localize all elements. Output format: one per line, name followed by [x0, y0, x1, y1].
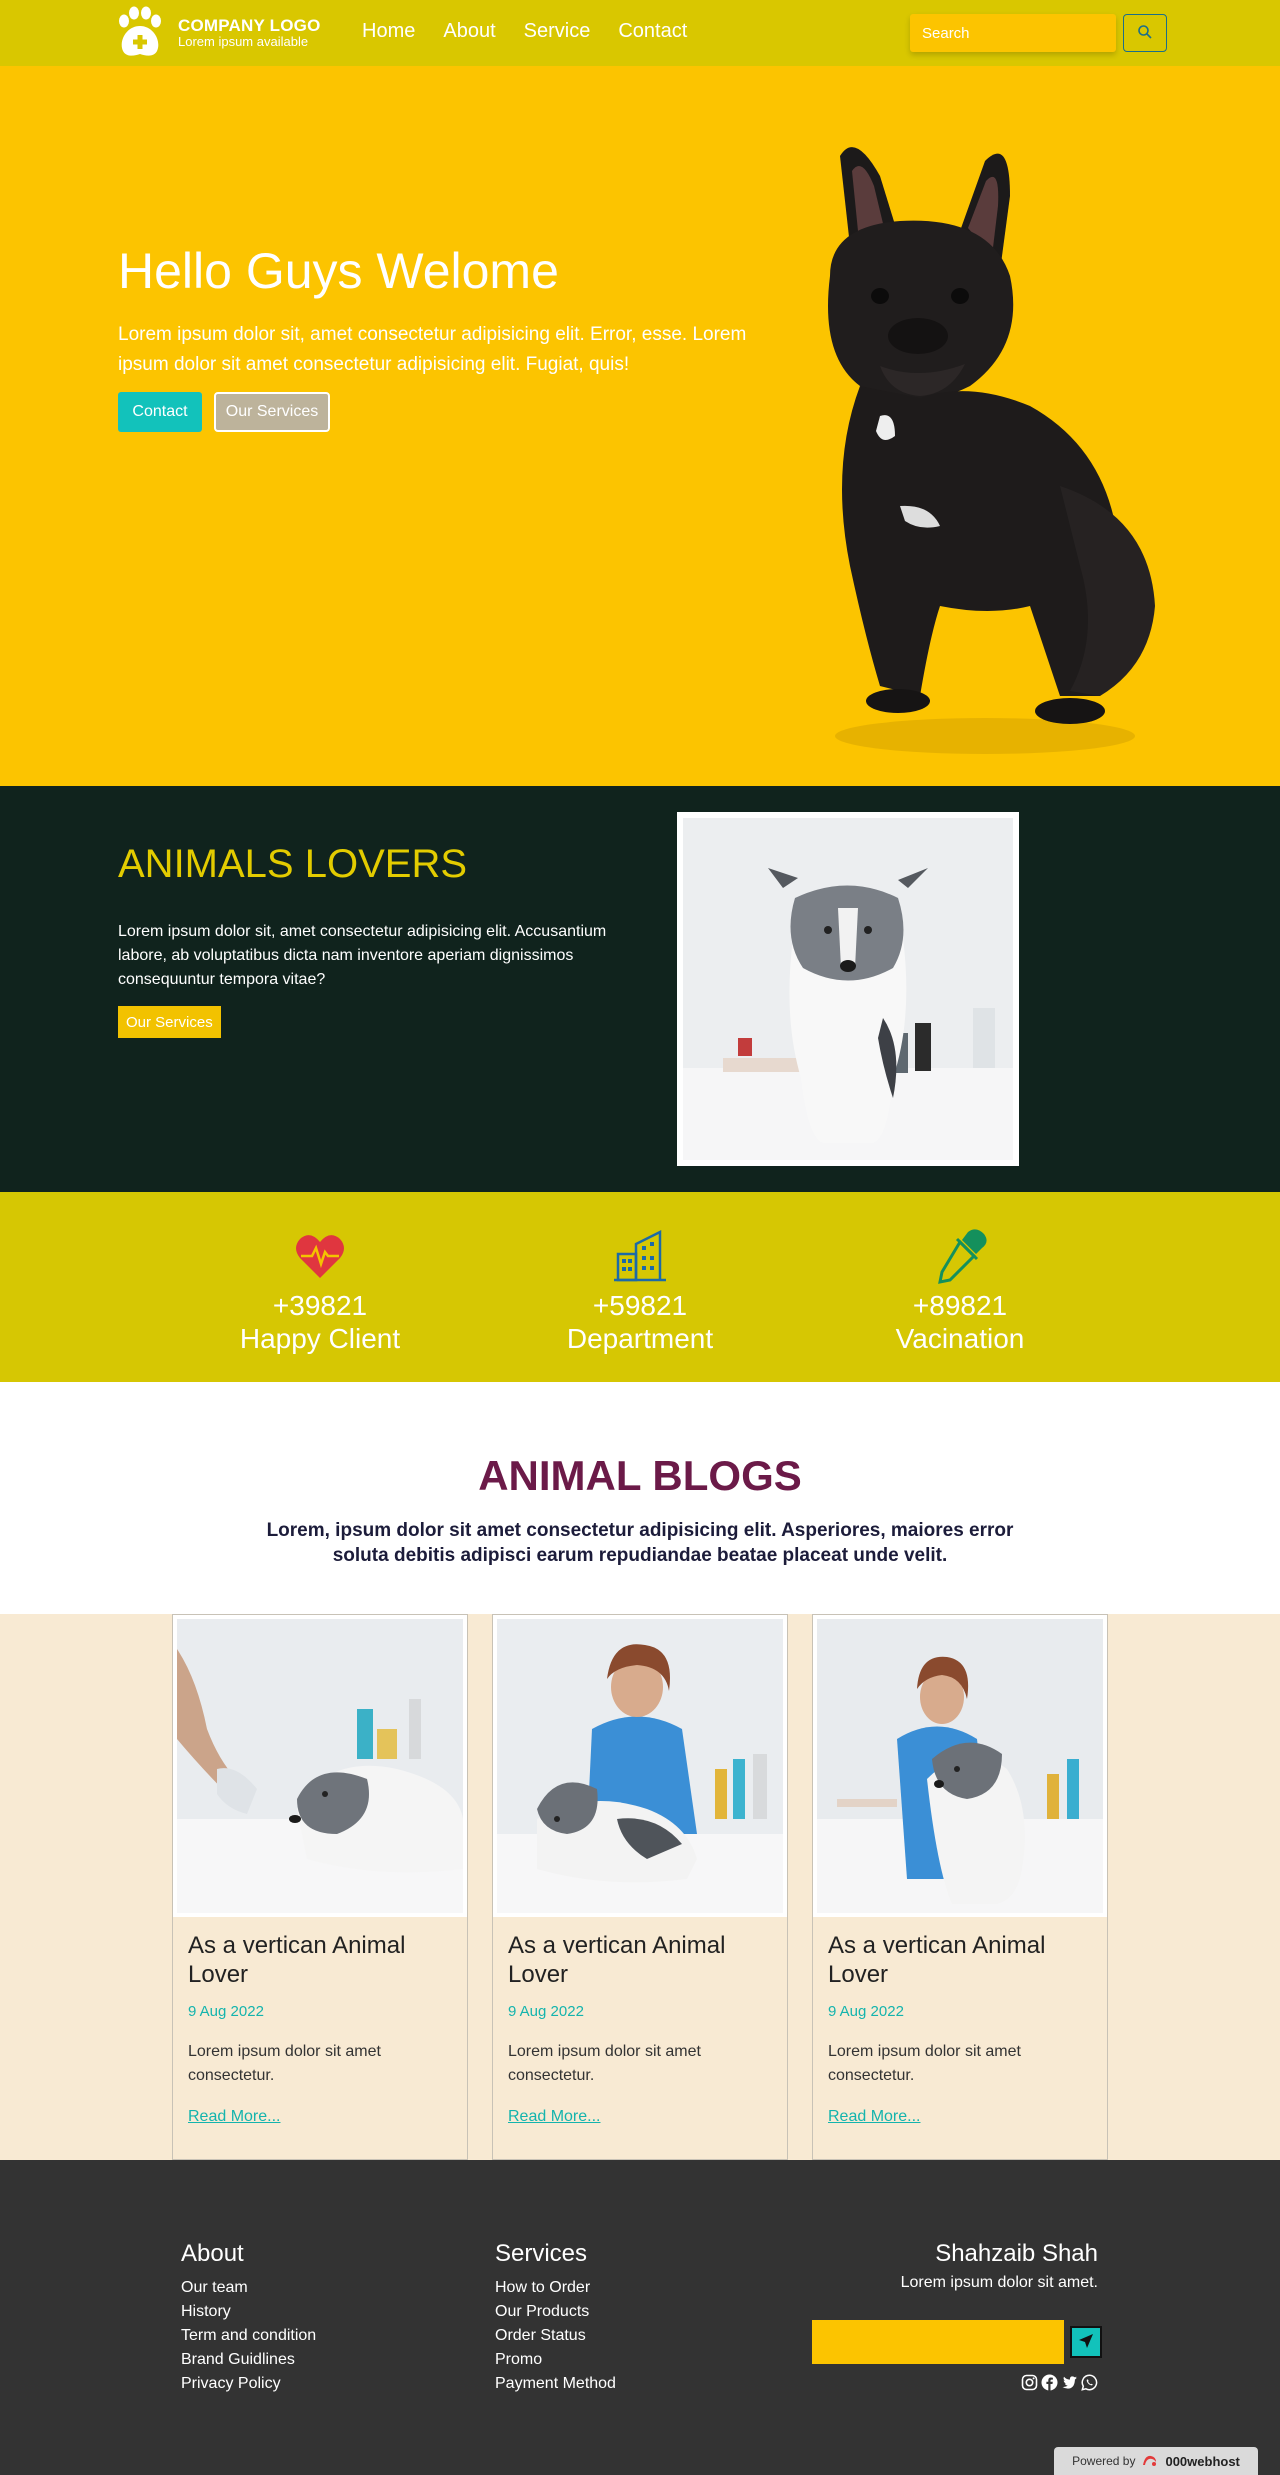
footer-link[interactable]: Term and condition [181, 2324, 316, 2348]
footer-link[interactable]: Privacy Policy [181, 2372, 316, 2396]
logo-text: COMPANY LOGO Lorem ipsum available [178, 16, 321, 50]
lovers-text: Lorem ipsum dolor sit, amet consectetur … [118, 923, 607, 988]
blogs-subtitle: Lorem, ipsum dolor sit amet consectetur … [266, 1520, 1014, 1566]
search-input[interactable] [910, 14, 1116, 52]
stat-label: Department [566, 1323, 714, 1354]
border-collie-photo [677, 812, 1019, 1166]
footer-services-title: Services [495, 2240, 588, 2267]
blog-card-image [493, 1615, 787, 1917]
company-logo[interactable]: COMPANY LOGO Lorem ipsum available [112, 4, 321, 62]
lovers-services-button[interactable]: Our Services [118, 1006, 221, 1038]
read-more-link[interactable]: Read More... [828, 2108, 1092, 2126]
footer-author-column: Shahzaib Shah Lorem ipsum dolor sit amet… [901, 2240, 1098, 2292]
paw-plus-icon [112, 4, 170, 62]
hero-text: Lorem ipsum dolor sit, amet consectetur … [118, 324, 747, 375]
footer-about-title: About [181, 2240, 244, 2267]
building-icon [612, 1228, 668, 1284]
webhost-logo-icon [1141, 2453, 1159, 2470]
lovers-title: ANIMALS LOVERS [118, 842, 468, 886]
navbar: COMPANY LOGO Lorem ipsum available Home … [0, 0, 1280, 66]
blog-card-image [173, 1615, 467, 1917]
nav-link-home[interactable]: Home [362, 20, 415, 43]
footer-link[interactable]: Our Products [495, 2300, 616, 2324]
footer-link[interactable]: Our team [181, 2276, 316, 2300]
hero-title: Hello Guys Welome [118, 243, 559, 299]
social-icons [1021, 2374, 1098, 2391]
hero-section: Hello Guys Welome Lorem ipsum dolor sit,… [0, 66, 1280, 786]
blog-card-title: As a vertican Animal Lover [828, 1932, 1046, 1988]
stat-number: +39821 [272, 1290, 368, 1321]
blogs-header: ANIMAL BLOGS Lorem, ipsum dolor sit amet… [0, 1382, 1280, 1614]
blog-card: As a vertican Animal Lover 9 Aug 2022 Lo… [492, 1614, 788, 2160]
animals-lovers-section: ANIMALS LOVERS Lorem ipsum dolor sit, am… [0, 786, 1280, 1192]
search-button[interactable] [1123, 14, 1167, 52]
newsletter-send-button[interactable] [1070, 2326, 1102, 2358]
main-nav: Home About Service Contact [362, 20, 687, 43]
facebook-icon[interactable] [1041, 2374, 1058, 2391]
hero-services-button[interactable]: Our Services [214, 392, 330, 432]
blog-card-text: Lorem ipsum dolor sit amet consectetur. [188, 2043, 381, 2084]
blog-card-title: As a vertican Animal Lover [508, 1932, 726, 1988]
blog-card-date: 9 Aug 2022 [828, 2003, 904, 2020]
stat-department: +59821 Department [510, 1228, 770, 1356]
powered-by-badge[interactable]: Powered by 000webhost [1054, 2447, 1258, 2475]
instagram-icon[interactable] [1021, 2374, 1038, 2391]
nav-link-service[interactable]: Service [524, 20, 591, 43]
heartbeat-icon [292, 1228, 348, 1284]
footer-about-column: About Our team History Term and conditio… [181, 2240, 316, 2396]
eyedropper-icon [932, 1228, 988, 1284]
search-icon [1137, 24, 1153, 43]
blog-card: As a vertican Animal Lover 9 Aug 2022 Lo… [172, 1614, 468, 2160]
blog-card-image [813, 1615, 1107, 1917]
logo-title: COMPANY LOGO [178, 15, 321, 35]
blog-card: As a vertican Animal Lover 9 Aug 2022 Lo… [812, 1614, 1108, 2160]
read-more-link[interactable]: Read More... [188, 2108, 452, 2126]
stats-section: +39821 Happy Client +59821 Department +8… [0, 1192, 1280, 1382]
footer-link[interactable]: Payment Method [495, 2372, 616, 2396]
newsletter-form [812, 2320, 1102, 2364]
send-icon [1078, 2333, 1094, 2352]
powered-by-brand: 000webhost [1165, 2453, 1240, 2469]
footer-link[interactable]: Brand Guidlines [181, 2348, 316, 2372]
blogs-title: ANIMAL BLOGS [478, 1452, 802, 1499]
footer-link[interactable]: Promo [495, 2348, 616, 2372]
footer-services-column: Services How to Order Our Products Order… [495, 2240, 616, 2396]
stat-label: Happy Client [239, 1323, 401, 1354]
footer: About Our team History Term and conditio… [0, 2160, 1280, 2475]
french-bulldog-image [770, 136, 1180, 766]
footer-link[interactable]: Order Status [495, 2324, 616, 2348]
blog-cards: As a vertican Animal Lover 9 Aug 2022 Lo… [0, 1614, 1280, 2160]
blog-card-date: 9 Aug 2022 [508, 2003, 584, 2020]
blog-card-text: Lorem ipsum dolor sit amet consectetur. [508, 2043, 701, 2084]
logo-subtitle: Lorem ipsum available [178, 34, 309, 50]
hero-contact-button[interactable]: Contact [118, 392, 202, 432]
footer-author-text: Lorem ipsum dolor sit amet. [900, 2274, 1098, 2291]
footer-author-name: Shahzaib Shah [935, 2240, 1098, 2267]
nav-link-about[interactable]: About [443, 20, 495, 43]
blog-card-text: Lorem ipsum dolor sit amet consectetur. [828, 2043, 1021, 2084]
whatsapp-icon[interactable] [1081, 2374, 1098, 2391]
nav-link-contact[interactable]: Contact [618, 20, 687, 43]
twitter-icon[interactable] [1061, 2374, 1078, 2391]
stat-number: +59821 [592, 1290, 688, 1321]
blog-card-title: As a vertican Animal Lover [188, 1932, 406, 1988]
newsletter-input[interactable] [812, 2320, 1064, 2364]
read-more-link[interactable]: Read More... [508, 2108, 772, 2126]
footer-link[interactable]: History [181, 2300, 316, 2324]
stat-label: Vacination [895, 1323, 1025, 1354]
stat-number: +89821 [912, 1290, 1008, 1321]
stat-vacination: +89821 Vacination [830, 1228, 1090, 1356]
stat-happy-client: +39821 Happy Client [190, 1228, 450, 1356]
footer-link[interactable]: How to Order [495, 2276, 616, 2300]
blog-card-date: 9 Aug 2022 [188, 2003, 264, 2020]
powered-by-text: Powered by [1072, 2454, 1136, 2468]
